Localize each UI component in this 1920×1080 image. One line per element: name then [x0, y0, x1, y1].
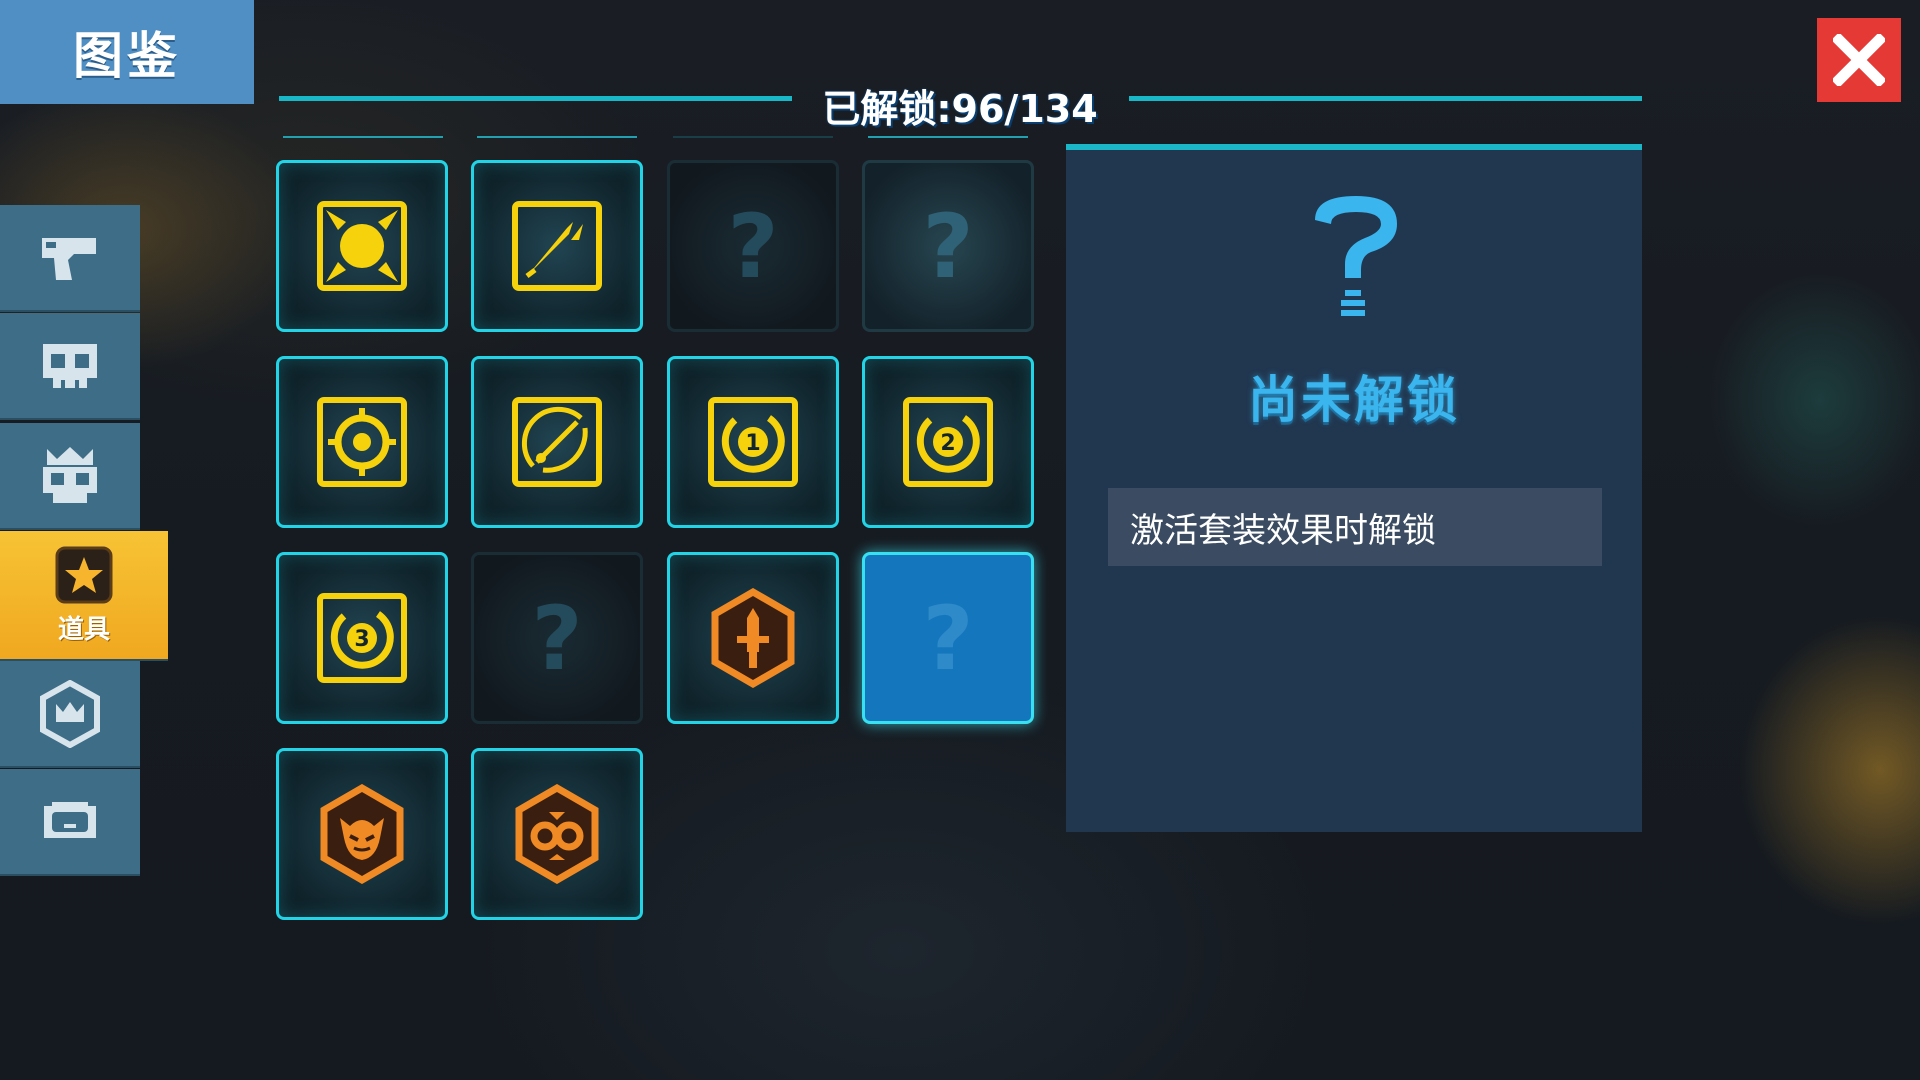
question-mark-icon: ?: [922, 586, 974, 690]
cooldown-2-icon: 2: [903, 397, 993, 487]
crowned-skull-icon: [43, 446, 97, 503]
close-button[interactable]: [1817, 18, 1901, 102]
sidebar-item-weapons[interactable]: [0, 205, 140, 312]
double-blade-icon: [512, 201, 602, 291]
item-card-locked[interactable]: ?: [667, 160, 839, 332]
pet-face-icon: [44, 801, 96, 838]
sidebar-item-bosses[interactable]: [0, 423, 140, 530]
cooldown-3-icon: 3: [317, 593, 407, 683]
sidebar-item-monsters[interactable]: [0, 313, 140, 420]
question-mark-icon: ?: [922, 194, 974, 298]
cooldown-badge: 3: [354, 627, 369, 652]
scroll-hint-line: [673, 136, 833, 138]
pistol-icon: [42, 237, 96, 280]
header-line-right: [1129, 96, 1642, 101]
infinity-hexagon-icon: [515, 784, 599, 884]
sidebar-item-pets[interactable]: [0, 769, 140, 876]
close-icon: [1833, 34, 1885, 86]
question-mark-icon: ?: [727, 194, 779, 298]
sword-hexagon-icon: [711, 588, 795, 688]
item-detail-panel: 尚未解锁 激活套装效果时解锁: [1066, 144, 1642, 832]
page-title: 图鉴: [0, 0, 254, 104]
cooldown-badge: 1: [745, 431, 760, 456]
hexagon-crown-icon: [40, 679, 100, 748]
scroll-hint-line: [868, 136, 1028, 138]
item-card[interactable]: [276, 748, 448, 920]
sidebar-item-label: 道具: [57, 614, 110, 645]
item-card-selected[interactable]: ?: [862, 552, 1034, 724]
item-card-locked[interactable]: ?: [471, 552, 643, 724]
radar-slash-icon: [512, 397, 602, 487]
unlock-condition-text: 激活套装效果时解锁: [1130, 510, 1436, 551]
item-card[interactable]: 3: [276, 552, 448, 724]
item-card[interactable]: 2: [862, 356, 1034, 528]
item-card[interactable]: [471, 748, 643, 920]
cooldown-1-icon: 1: [708, 397, 798, 487]
item-card-locked[interactable]: ?: [862, 160, 1034, 332]
gear-eye-icon: [317, 397, 407, 487]
question-mark-icon: ?: [531, 586, 583, 690]
scroll-hint-line: [283, 136, 443, 138]
unlock-counter: 已解锁:96/134: [822, 87, 1098, 131]
item-card[interactable]: [471, 160, 643, 332]
question-mark-icon: [1315, 196, 1397, 316]
header-line-left: [279, 96, 792, 101]
item-card[interactable]: [667, 552, 839, 724]
unlock-condition: 激活套装效果时解锁: [1108, 488, 1602, 566]
item-card[interactable]: [276, 356, 448, 528]
lock-status: 尚未解锁: [1248, 371, 1460, 429]
cooldown-badge: 2: [940, 431, 955, 456]
scroll-hint-line: [477, 136, 637, 138]
skull-icon: [43, 343, 97, 388]
item-card[interactable]: [276, 160, 448, 332]
item-card[interactable]: 1: [667, 356, 839, 528]
item-card[interactable]: [471, 356, 643, 528]
sidebar-item-badges[interactable]: [0, 661, 140, 768]
page-title-text: 图鉴: [73, 27, 181, 85]
sidebar-item-items[interactable]: 道具: [0, 531, 168, 661]
sun-burst-icon: [317, 201, 407, 291]
star-icon: [55, 546, 113, 603]
demon-hexagon-icon: [320, 784, 404, 884]
